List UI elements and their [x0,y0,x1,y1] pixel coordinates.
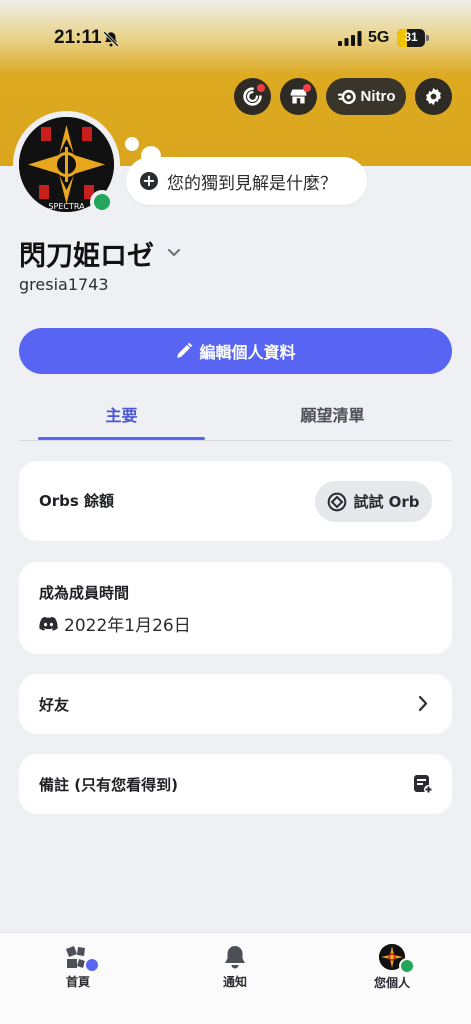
custom-status-bubble[interactable]: + 您的獨到見解是什麼？ [126,157,367,205]
nav-notifications-label: 通知 [222,975,247,989]
notes-label: 備註 (只有您看得到) [39,776,178,794]
try-orb-label: 試試 Orb [353,493,420,511]
notes-card[interactable]: 備註 (只有您看得到) [19,754,452,814]
member-since-date: 2022年1月26日 [64,616,191,636]
member-since-card: 成為成員時間 2022年1月26日 [19,562,452,654]
member-since-label: 成為成員時間 [39,584,130,602]
add-icon: + [140,172,158,190]
nav-you[interactable]: 您個人 [352,943,432,991]
bottom-navigation: 首頁 通知 您個人 [0,932,471,1024]
thought-bubble-dot [125,137,139,151]
gear-icon [426,87,441,106]
avatar-text: SPECTRA [48,202,85,211]
nav-home-label: 首頁 [65,975,90,989]
battery-level: 31 [404,30,418,44]
orbs-label: Orbs 餘額 [39,492,115,510]
username: gresia1743 [19,275,109,294]
nitro-label: Nitro [360,88,396,105]
quest-alert-dot [257,84,265,92]
friends-card[interactable]: 好友 [19,674,452,734]
nitro-button[interactable]: Nitro [326,78,406,115]
nav-you-label: 您個人 [373,976,410,990]
profile-tabs: 主要 願望清單 [19,393,452,441]
nitro-icon [337,89,356,104]
signal-icon [338,31,362,46]
discord-icon [39,616,58,631]
nav-home[interactable]: 首頁 [38,943,118,990]
edit-profile-button[interactable]: 編輯個人資料 [19,328,452,374]
active-tab-indicator [38,437,205,440]
bell-muted-icon [103,31,119,47]
settings-button[interactable] [415,78,452,115]
member-since-row: 2022年1月26日 [39,611,191,636]
add-note-icon[interactable] [413,774,433,794]
nav-online-dot [399,958,415,974]
pencil-icon [177,342,193,358]
battery-icon: 31 [397,29,425,47]
shop-button[interactable] [280,78,317,115]
chevron-down-icon[interactable] [166,247,182,259]
online-status-dot [90,190,114,214]
tab-wishlist[interactable]: 願望清單 [249,402,416,426]
friends-label: 好友 [39,696,70,714]
network-type: 5G [368,29,390,46]
shop-alert-dot [303,84,311,92]
status-time: 21:11 [54,27,102,48]
display-name: 閃刀姫ロゼ [19,241,154,272]
chevron-right-icon [418,695,428,712]
nav-notifications[interactable]: 通知 [195,943,275,990]
try-orb-button[interactable]: 試試 Orb [315,481,432,522]
status-prompt: 您的獨到見解是什麼？ [167,173,337,194]
orbs-balance-card: Orbs 餘額 試試 Orb [19,461,452,541]
status-bar: 21:11 5G 31 [0,0,471,60]
tab-main[interactable]: 主要 [38,402,205,426]
quests-button[interactable] [234,78,271,115]
orb-icon [328,492,347,511]
home-notification-badge [84,957,100,973]
bell-icon [225,946,245,969]
battery-tip [426,35,429,41]
edit-profile-label: 編輯個人資料 [199,343,296,362]
